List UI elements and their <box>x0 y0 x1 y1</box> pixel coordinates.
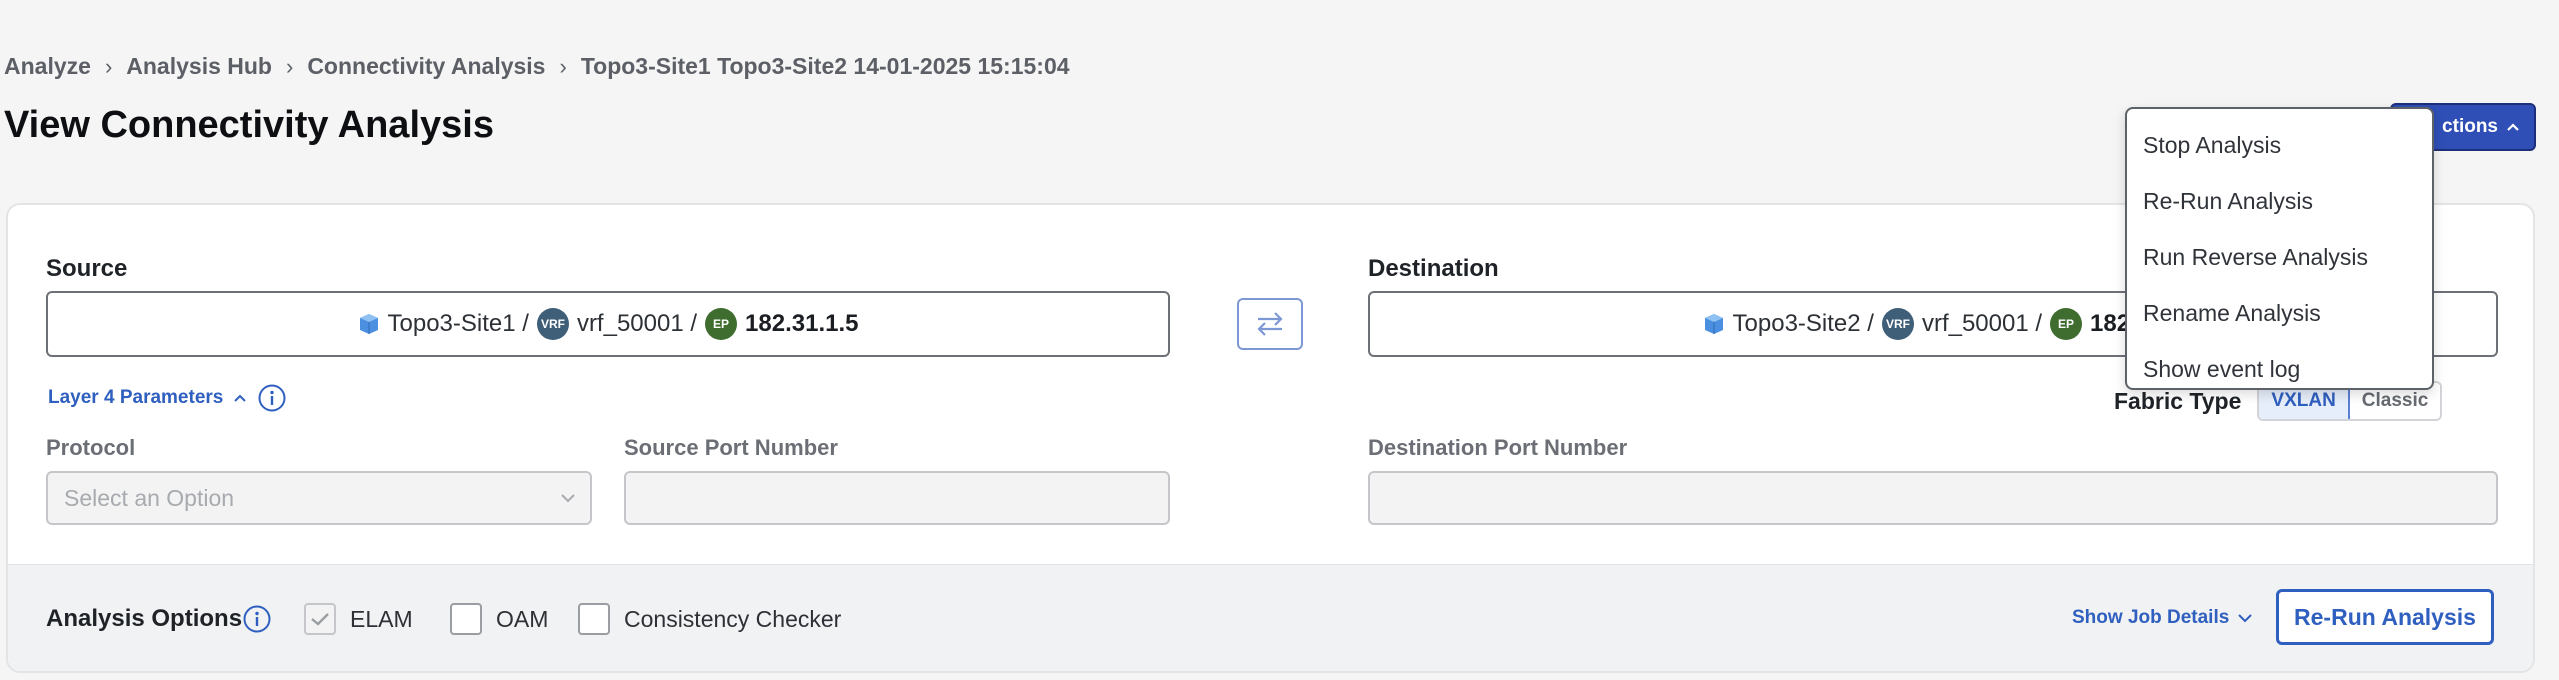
breadcrumb-analysis-hub[interactable]: Analysis Hub <box>126 53 272 80</box>
chevron-up-icon <box>234 394 247 402</box>
rerun-analysis-button[interactable]: Re-Run Analysis <box>2276 589 2494 645</box>
elam-checkbox[interactable]: ELAM <box>304 603 413 635</box>
checkbox-box <box>304 603 336 635</box>
breadcrumb-analyze[interactable]: Analyze <box>4 53 91 80</box>
breadcrumb-separator: › <box>285 53 294 79</box>
actions-menu: Stop Analysis Re-Run Analysis Run Revers… <box>2125 107 2434 390</box>
source-endpoint-field[interactable]: Topo3-Site1 / VRF vrf_50001 / EP 182.31.… <box>46 291 1170 357</box>
show-job-details-toggle[interactable]: Show Job Details <box>2072 607 2253 629</box>
source-vrf: vrf_50001 / <box>576 310 698 337</box>
protocol-placeholder: Select an Option <box>64 484 235 511</box>
menu-item-stop-analysis[interactable]: Stop Analysis <box>2127 119 2432 175</box>
info-icon[interactable] <box>242 604 272 634</box>
info-icon[interactable] <box>257 383 287 413</box>
consistency-checker-label: Consistency Checker <box>624 605 842 632</box>
source-port-label: Source Port Number <box>624 435 838 460</box>
show-job-details-label: Show Job Details <box>2072 607 2230 628</box>
protocol-label: Protocol <box>46 435 136 460</box>
destination-port-label: Destination Port Number <box>1368 435 1628 460</box>
source-site: Topo3-Site1 / <box>387 310 529 337</box>
chevron-up-icon <box>2507 123 2519 131</box>
menu-item-run-reverse-analysis[interactable]: Run Reverse Analysis <box>2127 231 2432 287</box>
checkmark-icon <box>311 613 329 626</box>
chevron-down-icon <box>561 494 575 503</box>
ep-badge-icon: EP <box>2050 308 2083 340</box>
chevron-down-icon <box>2238 614 2253 623</box>
destination-label: Destination <box>1368 255 1499 282</box>
menu-item-rerun-analysis[interactable]: Re-Run Analysis <box>2127 175 2432 231</box>
vrf-badge-icon: VRF <box>536 308 569 340</box>
layer4-parameters-label: Layer 4 Parameters <box>48 387 224 408</box>
breadcrumb-current: Topo3-Site1 Topo3-Site2 14-01-2025 15:15… <box>580 53 1070 79</box>
source-label: Source <box>46 255 128 282</box>
destination-port-input[interactable] <box>1368 471 2498 525</box>
source-ip: 182.31.1.5 <box>745 310 859 337</box>
checkbox-box <box>578 603 610 635</box>
actions-button-label: ctions <box>2442 116 2498 137</box>
elam-label: ELAM <box>350 605 413 632</box>
swap-arrows-icon <box>1257 312 1283 336</box>
analysis-options-bar: Analysis Options ELAM OAM Consistency Ch… <box>8 564 2533 671</box>
layer4-parameters-toggle[interactable]: Layer 4 Parameters <box>48 383 287 413</box>
menu-item-rename-analysis[interactable]: Rename Analysis <box>2127 287 2432 343</box>
breadcrumb: Analyze › Analysis Hub › Connectivity An… <box>4 53 1070 80</box>
breadcrumb-separator: › <box>559 53 567 79</box>
site-icon <box>359 314 378 334</box>
oam-checkbox[interactable]: OAM <box>450 603 548 635</box>
vrf-badge-icon: VRF <box>1881 308 1914 340</box>
oam-label: OAM <box>496 605 549 632</box>
destination-vrf: vrf_50001 / <box>1921 310 2043 337</box>
analysis-options-title: Analysis Options <box>46 605 243 632</box>
destination-site: Topo3-Site2 / <box>1732 310 1874 337</box>
checkbox-box <box>450 603 482 635</box>
source-port-input[interactable] <box>624 471 1170 525</box>
breadcrumb-separator: › <box>104 53 113 79</box>
menu-item-show-event-log[interactable]: Show event log <box>2127 343 2432 399</box>
breadcrumb-connectivity-analysis[interactable]: Connectivity Analysis <box>307 53 545 80</box>
swap-button[interactable] <box>1237 298 1303 350</box>
site-icon <box>1704 314 1723 334</box>
protocol-select[interactable]: Select an Option <box>46 471 592 525</box>
ep-badge-icon: EP <box>705 308 738 340</box>
page-title: View Connectivity Analysis <box>4 104 494 146</box>
consistency-checker-checkbox[interactable]: Consistency Checker <box>578 603 841 635</box>
